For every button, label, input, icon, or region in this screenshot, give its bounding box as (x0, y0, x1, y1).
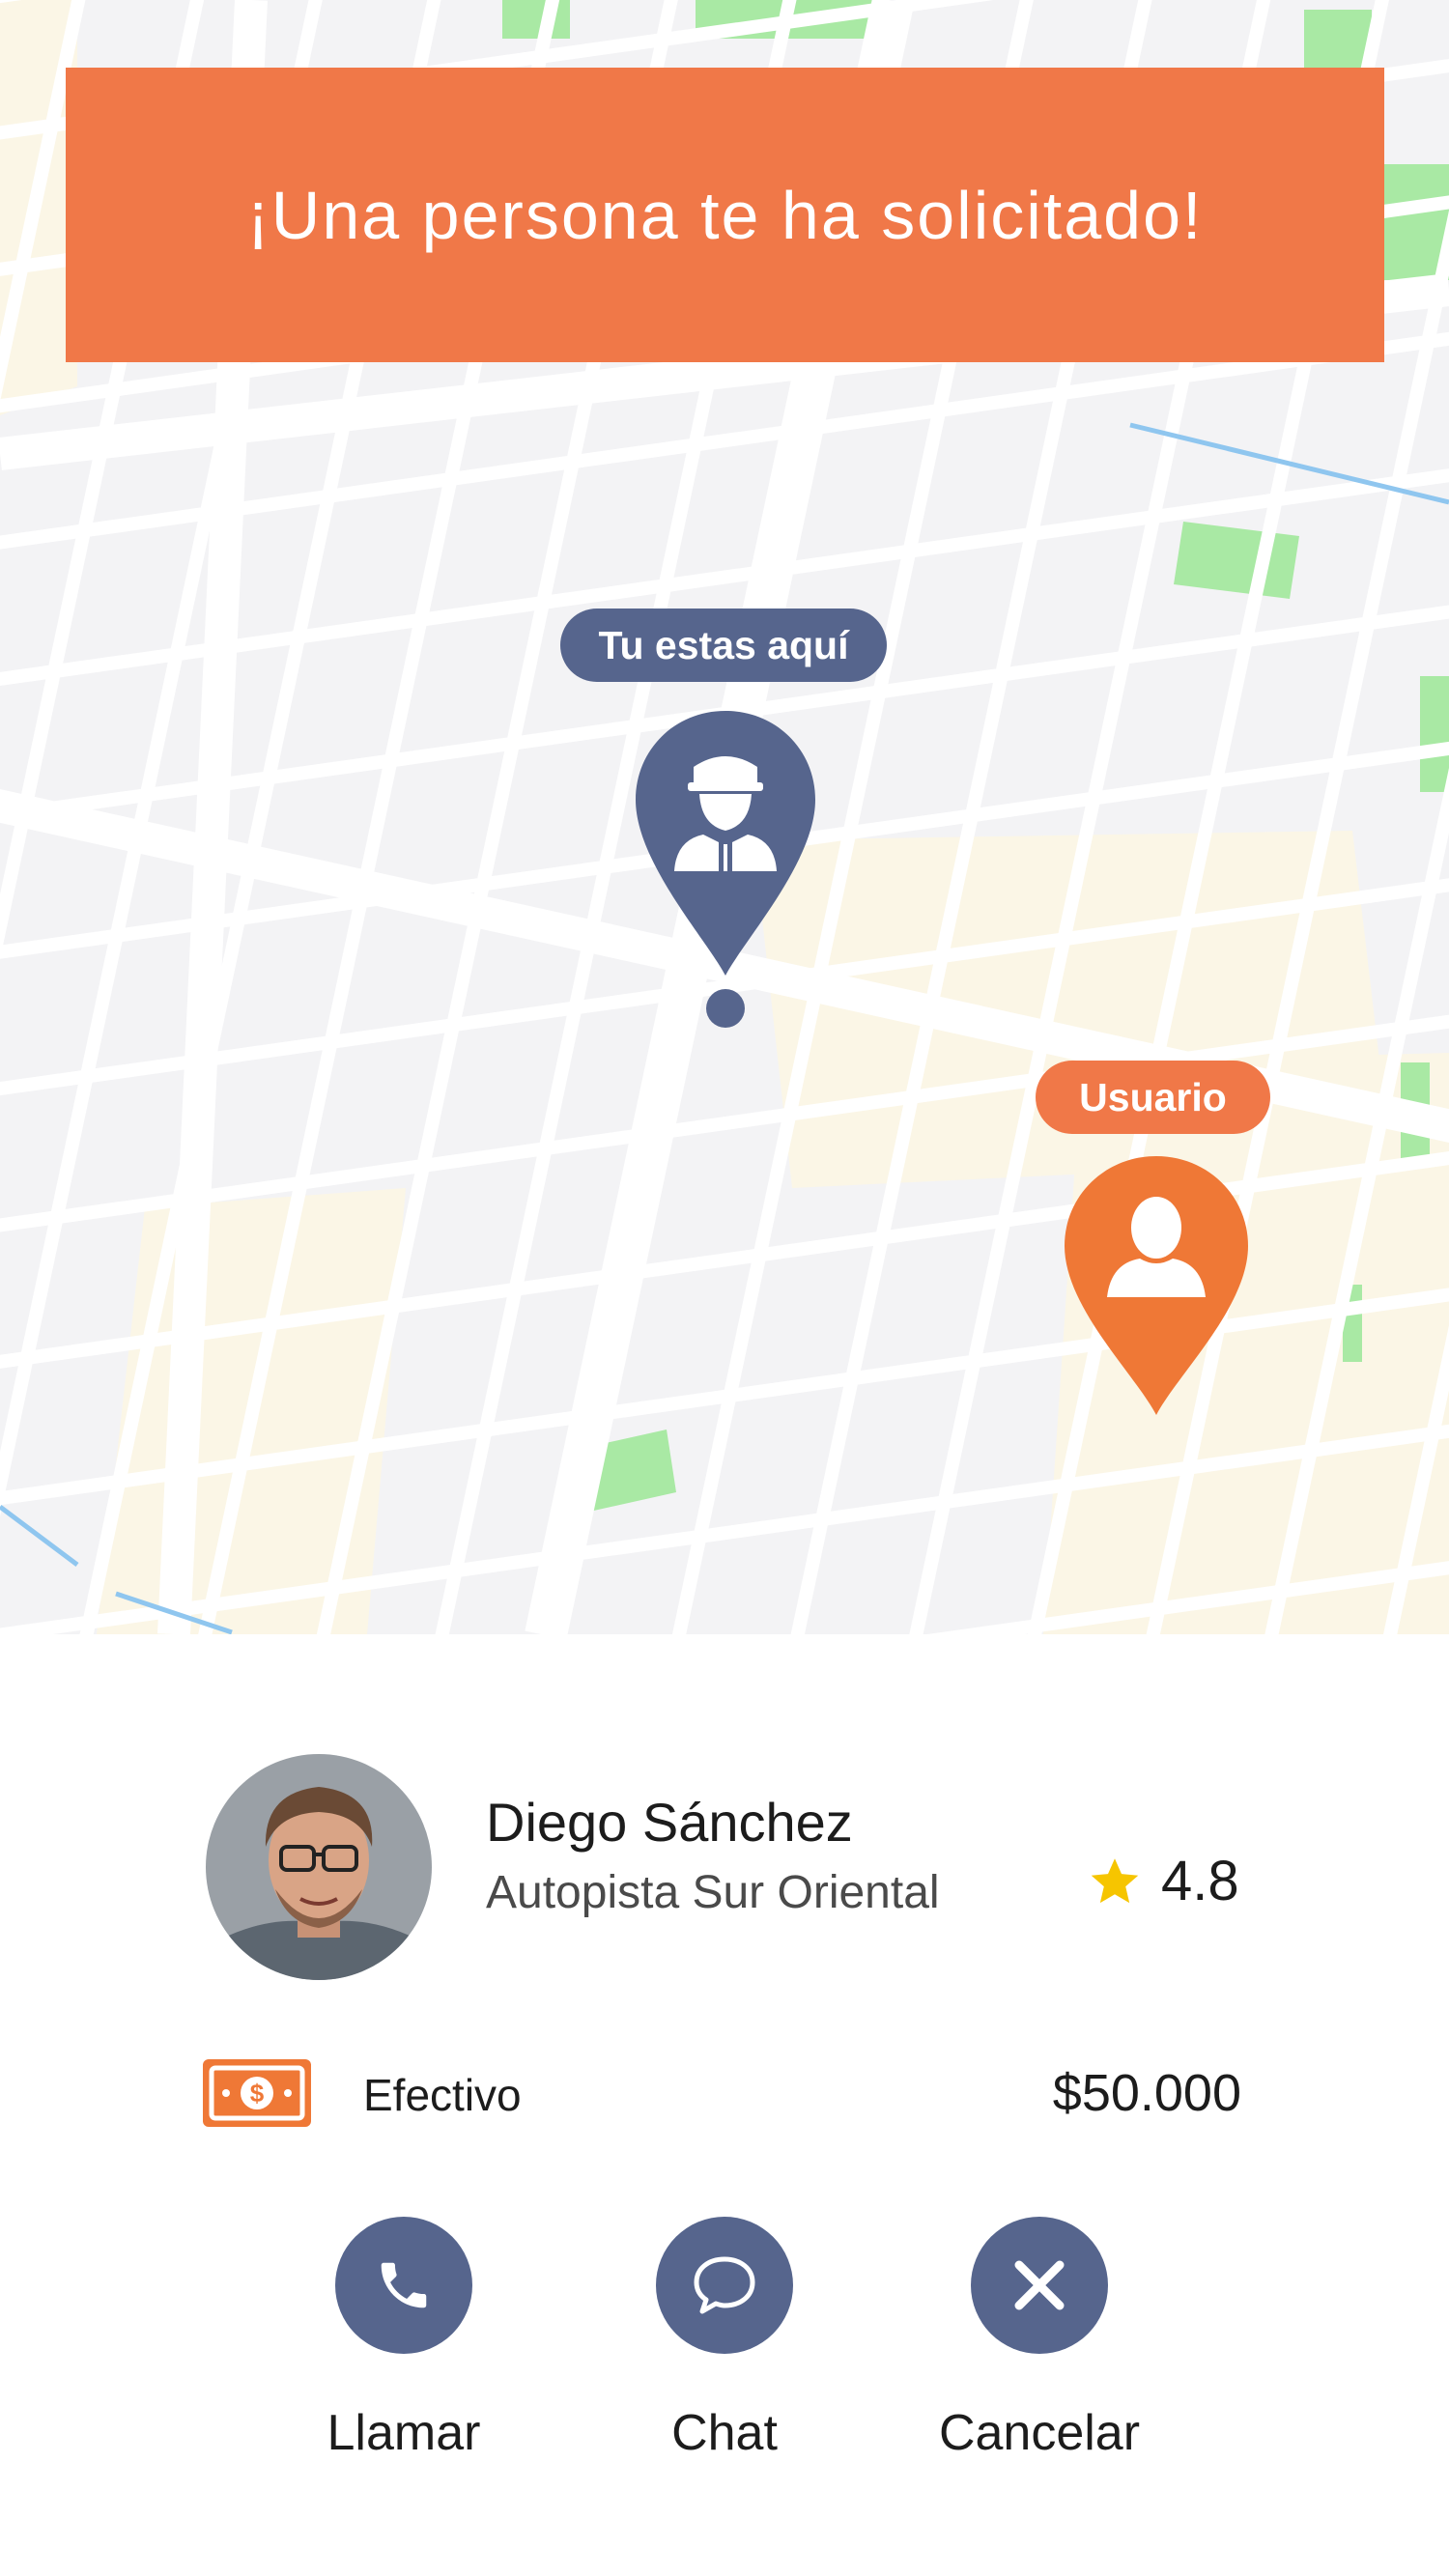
user-location-pin-icon[interactable] (1063, 1152, 1250, 1419)
request-banner: ¡Una persona te ha solicitado! (66, 68, 1384, 362)
driver-location-label: Tu estas aquí (560, 609, 887, 682)
cancel-button-circle[interactable] (971, 2217, 1108, 2354)
star-icon (1091, 1857, 1139, 1903)
close-icon (1014, 2260, 1065, 2310)
avatar (206, 1754, 432, 1980)
cash-icon: $ (203, 2059, 311, 2127)
driver-location-pin-icon[interactable] (634, 707, 817, 1031)
rating-value: 4.8 (1161, 1850, 1239, 1912)
banner-text: ¡Una persona te ha solicitado! (246, 177, 1204, 253)
chat-button-circle[interactable] (656, 2217, 793, 2354)
passenger-name: Diego Sánchez (486, 1792, 853, 1853)
call-button-circle[interactable] (335, 2217, 472, 2354)
cancel-button-label: Cancelar (938, 2405, 1141, 2461)
call-button-label: Llamar (327, 2405, 481, 2461)
passenger-rating: 4.8 (1088, 1849, 1239, 1913)
ride-request-sheet: Diego Sánchez Autopista Sur Oriental 4.8… (0, 1634, 1449, 2576)
payment-row: $ Efectivo $50.000 (0, 2059, 1449, 2146)
passenger-photo (206, 1754, 432, 1980)
phone-icon (381, 2262, 427, 2308)
map-view[interactable]: ¡Una persona te ha solicitado! Tu estas … (0, 0, 1449, 1634)
cancel-button[interactable]: Cancelar (914, 2217, 1165, 2462)
payment-method: Efectivo (363, 2070, 522, 2120)
user-location-label: Usuario (1036, 1061, 1270, 1134)
payment-amount: $50.000 (1052, 2064, 1241, 2122)
chat-bubble-icon (694, 2256, 755, 2314)
svg-text:$: $ (250, 2079, 265, 2108)
passenger-address: Autopista Sur Oriental (486, 1867, 940, 1918)
chat-button-label: Chat (671, 2405, 778, 2461)
call-button[interactable]: Llamar (278, 2217, 529, 2462)
chat-button[interactable]: Chat (599, 2217, 850, 2462)
